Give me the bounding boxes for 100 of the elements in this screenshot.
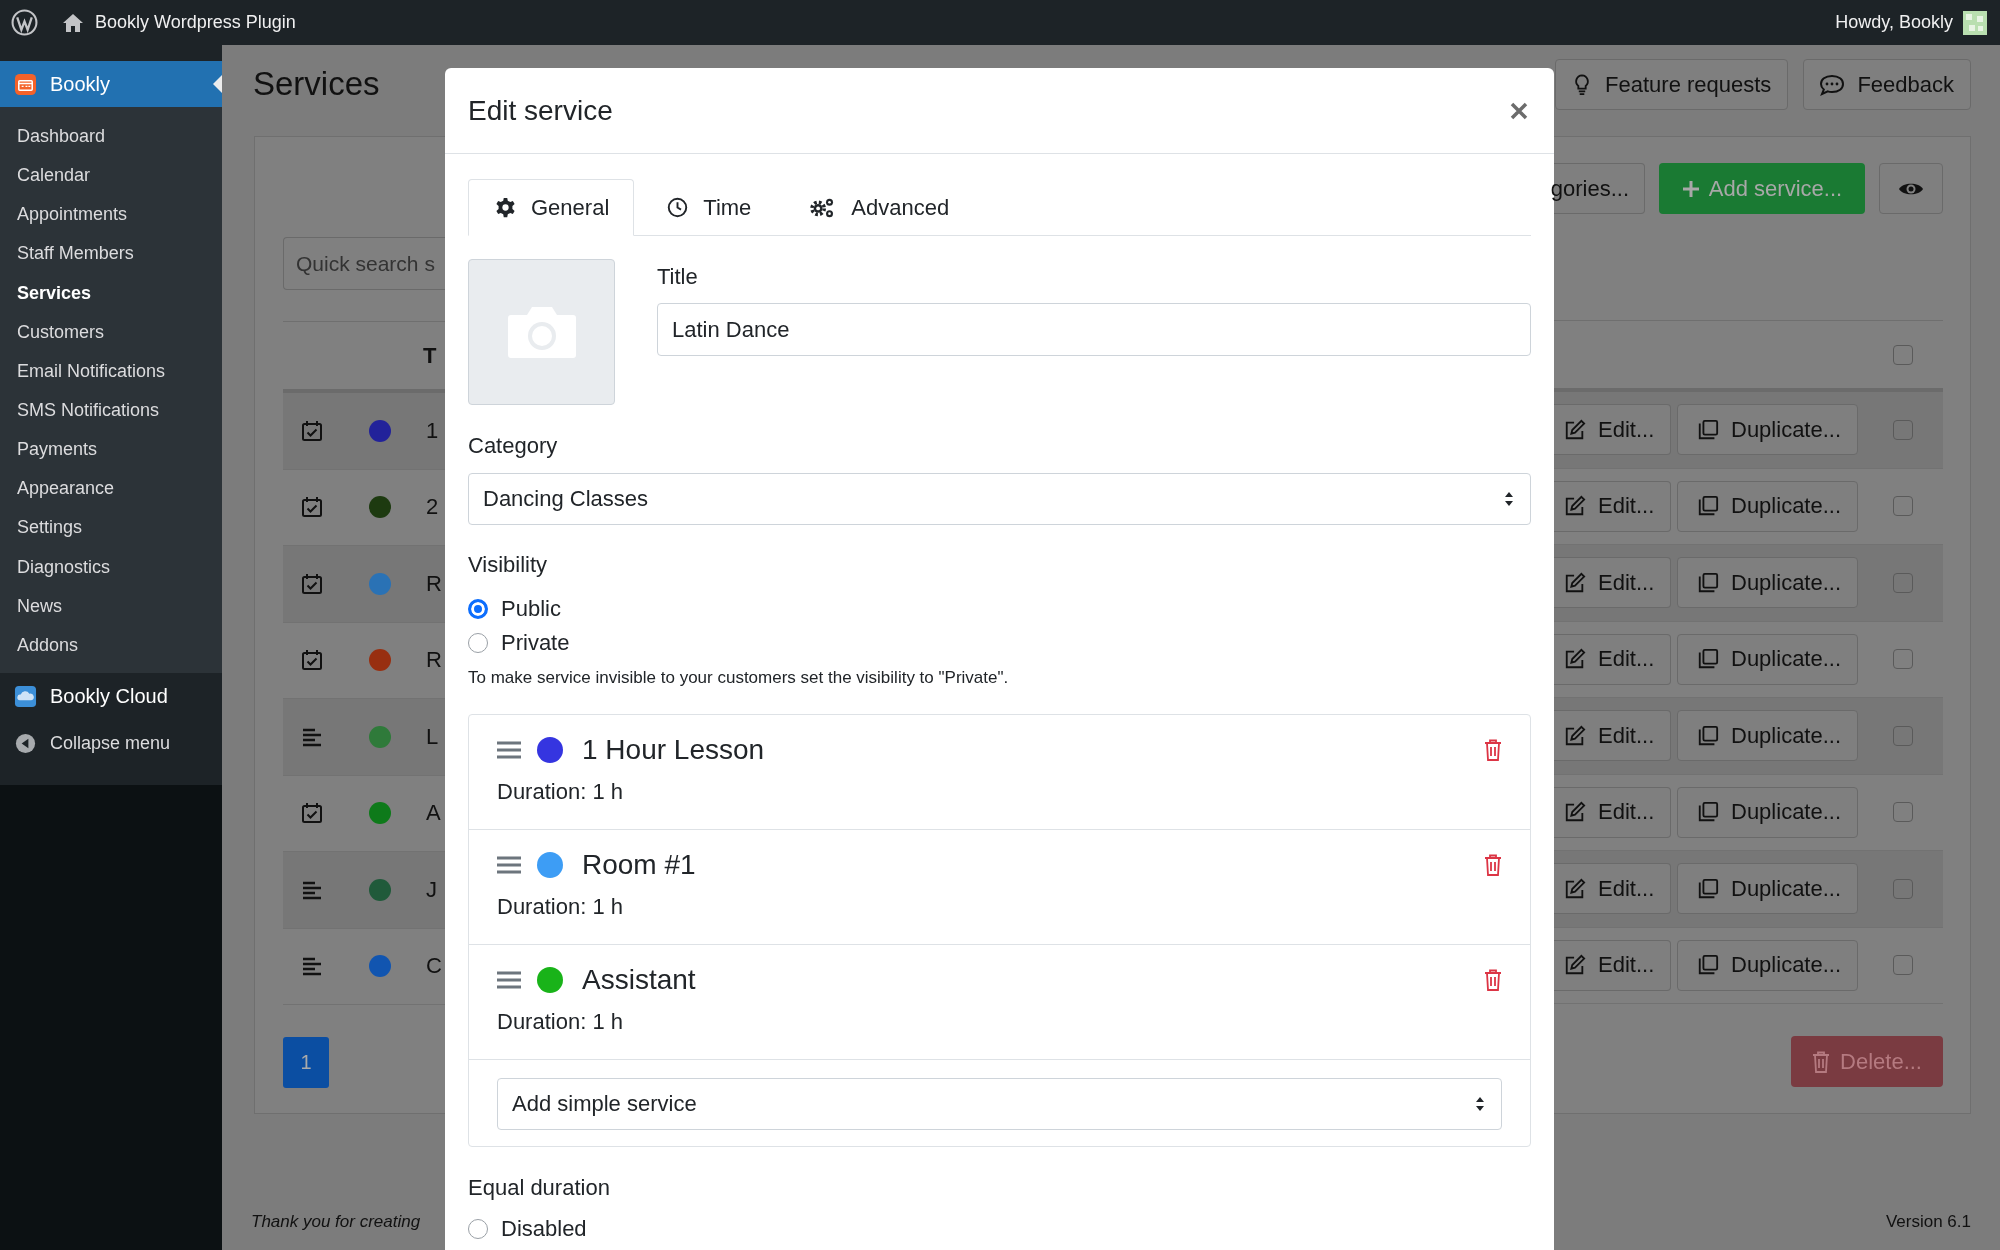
checkbox[interactable] <box>1893 802 1913 823</box>
tab[interactable]: Time <box>634 179 777 236</box>
edit-button[interactable]: Edit... <box>1554 404 1671 456</box>
checkbox[interactable] <box>1893 496 1913 517</box>
checkbox[interactable] <box>1893 725 1913 746</box>
duplicate-button[interactable]: Duplicate... <box>1677 480 1858 532</box>
radio-button[interactable] <box>468 599 488 619</box>
copy-icon <box>1697 648 1719 671</box>
calendar-check-icon <box>301 496 323 519</box>
duplicate-button[interactable]: Duplicate... <box>1677 863 1858 915</box>
sidebar-item[interactable]: SMS Notifications <box>0 391 222 431</box>
radio-label[interactable]: Disabled <box>501 1216 587 1242</box>
edit-button[interactable]: Edit... <box>1554 633 1671 685</box>
duplicate-button[interactable]: Duplicate... <box>1677 404 1858 456</box>
header-button[interactable]: Feedback <box>1803 59 1971 110</box>
field-label: Title <box>657 264 699 290</box>
sidebar-menu-link[interactable]: Bookly <box>0 61 222 107</box>
sidebar-menu-link[interactable]: Bookly Cloud <box>0 672 222 721</box>
sidebar-item[interactable]: Payments <box>0 430 222 470</box>
drag-handle-icon[interactable] <box>497 970 521 990</box>
copy-icon <box>1697 495 1719 518</box>
trash-icon <box>1484 739 1502 761</box>
service-title: R <box>426 570 442 597</box>
radio-label[interactable]: Public <box>501 596 561 622</box>
collapse-menu-button[interactable]: Collapse menu <box>0 720 222 767</box>
calendar-icon <box>14 72 37 96</box>
sub-service-title: 1 Hour Lesson <box>582 734 765 766</box>
duplicate-button[interactable]: Duplicate... <box>1677 786 1858 838</box>
checkbox[interactable] <box>1893 419 1913 440</box>
copy-icon <box>1697 954 1719 977</box>
duplicate-button[interactable]: Duplicate... <box>1677 557 1858 609</box>
calendar-check-icon <box>301 572 323 595</box>
drag-handle-icon[interactable] <box>497 740 521 760</box>
sidebar-item[interactable]: Addons <box>0 625 222 665</box>
tab[interactable]: General <box>468 179 635 236</box>
edit-button[interactable]: Edit... <box>1554 786 1671 838</box>
sidebar-item[interactable]: Appearance <box>0 469 222 509</box>
edit-icon <box>1564 724 1586 747</box>
drag-handle-icon[interactable] <box>497 855 521 875</box>
edit-button[interactable]: Edit... <box>1554 939 1671 991</box>
copy-icon <box>1697 418 1719 441</box>
edit-icon <box>1564 571 1586 594</box>
search-field[interactable]: Quick search s <box>283 237 445 290</box>
checkbox[interactable] <box>1893 344 1913 365</box>
clock-icon <box>667 197 689 218</box>
delete-button[interactable] <box>1484 739 1502 761</box>
sidebar-item[interactable]: Diagnostics <box>0 547 222 587</box>
checkbox[interactable] <box>1893 878 1913 899</box>
cloud-icon <box>14 685 37 709</box>
checkbox[interactable] <box>1893 955 1913 976</box>
sidebar-item[interactable]: Appointments <box>0 195 222 235</box>
header-button[interactable]: Feature requests <box>1555 59 1789 110</box>
sidebar-item[interactable]: Calendar <box>0 156 222 196</box>
checkbox[interactable] <box>1893 572 1913 593</box>
avatar-icon[interactable] <box>1963 10 1987 35</box>
service-title: 1 <box>426 417 439 444</box>
category-select[interactable]: Dancing Classes <box>468 473 1531 525</box>
edit-button[interactable]: Edit... <box>1554 863 1671 915</box>
delete-button[interactable] <box>1484 854 1502 876</box>
calendar-check-icon <box>301 419 323 442</box>
edit-button[interactable]: Edit... <box>1554 480 1671 532</box>
arrow-left-icon <box>14 732 37 756</box>
radio-button[interactable] <box>468 1219 488 1239</box>
sidebar-item[interactable]: Staff Members <box>0 234 222 274</box>
edit-button[interactable]: Edit... <box>1554 557 1671 609</box>
sidebar-item[interactable]: Settings <box>0 508 222 548</box>
field-label: Category <box>468 433 559 459</box>
copy-icon <box>1697 877 1719 900</box>
dialog-title: Edit service <box>468 94 613 127</box>
tab[interactable]: Advanced <box>776 179 975 236</box>
site-name[interactable]: Bookly Wordpress Plugin <box>95 12 296 33</box>
sub-service-title: Assistant <box>582 964 696 996</box>
page-title: Services <box>253 64 381 104</box>
edit-icon <box>1564 648 1586 671</box>
visibility-button[interactable] <box>1879 163 1943 214</box>
edit-button[interactable]: Edit... <box>1554 710 1671 762</box>
duplicate-button[interactable]: Duplicate... <box>1677 633 1858 685</box>
sidebar-item[interactable]: Dashboard <box>0 117 222 157</box>
service-title: R <box>426 647 442 674</box>
add-service-select[interactable]: Add simple service <box>497 1078 1502 1130</box>
sort-caret-icon <box>1504 491 1514 507</box>
sidebar-item[interactable]: News <box>0 586 222 626</box>
service-title: L <box>426 723 439 750</box>
sidebar-item[interactable]: Services <box>0 273 222 313</box>
copy-icon <box>1697 571 1719 594</box>
column-header: T <box>423 342 437 369</box>
radio-button[interactable] <box>468 633 488 653</box>
checkbox[interactable] <box>1893 649 1913 670</box>
chat-icon <box>1819 73 1846 96</box>
sidebar-item[interactable]: Customers <box>0 312 222 352</box>
duplicate-button[interactable]: Duplicate... <box>1677 710 1858 762</box>
radio-label[interactable]: Private <box>501 630 570 656</box>
wordpress-logo-icon[interactable] <box>11 9 38 36</box>
home-icon[interactable] <box>62 12 84 33</box>
sidebar-item[interactable]: Email Notifications <box>0 351 222 391</box>
delete-button[interactable] <box>1484 969 1502 991</box>
greeting-text[interactable]: Howdy, Bookly <box>1835 12 1953 33</box>
version-text: Version 6.1 <box>1884 1212 1971 1232</box>
title-field[interactable]: Latin Dance <box>657 303 1531 356</box>
duplicate-button[interactable]: Duplicate... <box>1677 939 1858 991</box>
